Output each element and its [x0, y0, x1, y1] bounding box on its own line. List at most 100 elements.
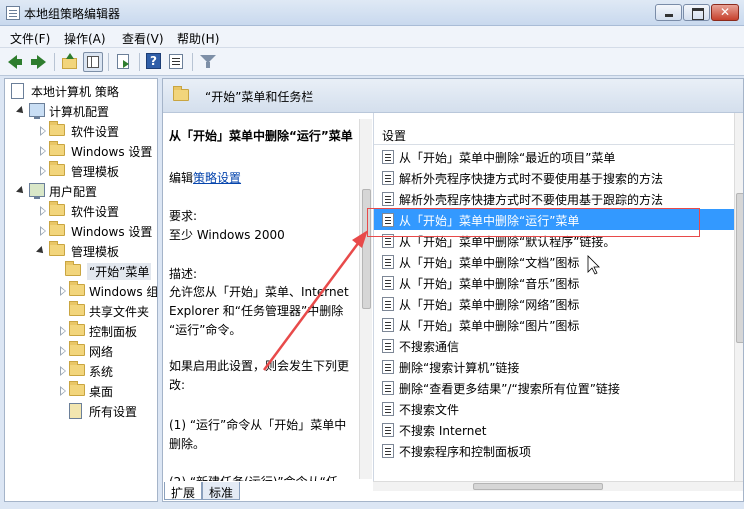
- minimize-button[interactable]: [655, 4, 682, 21]
- list-item[interactable]: 从「开始」菜单中删除“网络”图标: [374, 293, 734, 314]
- maximize-button[interactable]: [683, 4, 710, 21]
- details-pane: “开始”菜单和任务栏 从「开始」菜单中删除“运行”菜单 编辑策略设置 要求: 至…: [162, 78, 744, 502]
- list-item[interactable]: 删除“搜索计算机”链接: [374, 356, 734, 377]
- back-icon[interactable]: [6, 52, 26, 72]
- collapsed-arrow-icon[interactable]: [40, 206, 46, 216]
- folder-icon: [69, 361, 85, 376]
- show-tree-icon[interactable]: [83, 52, 103, 72]
- policy-document-icon: [11, 83, 24, 99]
- annotation-highlight-box: [367, 208, 700, 237]
- tree-node-network[interactable]: 网络: [9, 341, 157, 361]
- scrollbar-thumb[interactable]: [362, 189, 371, 309]
- edit-policy-line: 编辑策略设置: [169, 171, 242, 185]
- folder-icon: [65, 261, 81, 276]
- collapsed-arrow-icon[interactable]: [40, 226, 46, 236]
- column-header-setting[interactable]: 设置: [374, 123, 734, 145]
- collapsed-arrow-icon[interactable]: [60, 366, 66, 376]
- tab-standard[interactable]: 标准: [202, 482, 241, 500]
- collapsed-arrow-icon[interactable]: [60, 286, 66, 296]
- tree-node-admin-templates[interactable]: 管理模板: [9, 161, 157, 181]
- details-header: “开始”菜单和任务栏: [163, 79, 743, 113]
- help-icon[interactable]: ?: [144, 52, 164, 72]
- filter-icon[interactable]: [198, 52, 218, 72]
- forward-icon[interactable]: [28, 52, 48, 72]
- menu-view[interactable]: 查看(V): [122, 30, 164, 47]
- list-item[interactable]: 不搜索 Internet: [374, 419, 734, 440]
- list-item[interactable]: 解析外壳程序快捷方式时不要使用基于跟踪的方法: [374, 188, 734, 209]
- description-line: 删除。: [169, 437, 206, 451]
- settings-horizontal-scrollbar[interactable]: [373, 481, 743, 491]
- scrollbar-thumb[interactable]: [473, 483, 603, 490]
- list-item[interactable]: 从「开始」菜单中删除“音乐”图标: [374, 272, 734, 293]
- tree-node-user-admin-templates[interactable]: 管理模板: [9, 241, 157, 261]
- properties-icon[interactable]: [166, 52, 186, 72]
- tree-node-user-config[interactable]: 用户配置: [9, 181, 157, 201]
- tree-node-windows-components[interactable]: Windows 组: [9, 281, 157, 301]
- list-item[interactable]: 从「开始」菜单中删除“文档”图标: [374, 251, 734, 272]
- scrollbar-thumb[interactable]: [736, 193, 743, 343]
- collapsed-arrow-icon[interactable]: [40, 166, 46, 176]
- tree-node-shared-folders[interactable]: 共享文件夹: [9, 301, 157, 321]
- tree-node-local-policy[interactable]: 本地计算机 策略: [9, 81, 157, 101]
- collapsed-arrow-icon[interactable]: [40, 146, 46, 156]
- details-header-title: “开始”菜单和任务栏: [205, 90, 314, 104]
- tab-extended[interactable]: 扩展: [164, 482, 203, 500]
- list-item[interactable]: 删除“查看更多结果”/“搜索所有位置”链接: [374, 377, 734, 398]
- tree-node-desktop[interactable]: 桌面: [9, 381, 157, 401]
- policy-setting-icon: [382, 444, 394, 458]
- requirements-label: 要求:: [169, 209, 198, 223]
- user-icon: [29, 183, 45, 199]
- tree-node-start-menu[interactable]: “开始”菜单: [9, 261, 157, 281]
- menu-help[interactable]: 帮助(H): [177, 30, 219, 47]
- policy-setting-icon: [382, 318, 394, 332]
- description-line: Explorer 和“任务管理器”中删除: [169, 304, 344, 318]
- policy-setting-icon: [382, 192, 394, 206]
- description-line: “运行”命令。: [169, 323, 242, 337]
- policy-editor-icon: [6, 6, 20, 20]
- list-item[interactable]: 解析外壳程序快捷方式时不要使用基于搜索的方法: [374, 167, 734, 188]
- folder-icon: [49, 121, 65, 136]
- tree-node-software-settings[interactable]: 软件设置: [9, 121, 157, 141]
- tree-node-system[interactable]: 系统: [9, 361, 157, 381]
- title-bar: 本地组策略编辑器: [0, 0, 744, 26]
- edit-policy-link[interactable]: 策略设置: [193, 171, 241, 185]
- collapsed-arrow-icon[interactable]: [40, 126, 46, 136]
- menu-file[interactable]: 文件(F): [10, 30, 50, 47]
- tree-node-control-panel[interactable]: 控制面板: [9, 321, 157, 341]
- policy-setting-icon: [382, 276, 394, 290]
- tree-node-user-windows-settings[interactable]: Windows 设置: [9, 221, 157, 241]
- tree-node-all-settings[interactable]: 所有设置: [9, 401, 157, 421]
- description-line: (2) “新建任务(运行)”命令从“任: [169, 473, 338, 481]
- list-item[interactable]: 不搜索通信: [374, 335, 734, 356]
- list-item[interactable]: 从「开始」菜单中删除“图片”图标: [374, 314, 734, 335]
- folder-icon: [49, 201, 65, 216]
- description-line: 允许您从「开始」菜单、Internet: [169, 285, 349, 299]
- folder-icon: [69, 341, 85, 356]
- expanded-arrow-icon[interactable]: [36, 246, 46, 256]
- expanded-arrow-icon[interactable]: [16, 106, 26, 116]
- close-button[interactable]: [711, 4, 739, 21]
- collapsed-arrow-icon[interactable]: [60, 326, 66, 336]
- expanded-arrow-icon[interactable]: [16, 186, 26, 196]
- export-icon[interactable]: [114, 52, 134, 72]
- policy-setting-icon: [382, 150, 394, 164]
- toolbar-separator: [139, 53, 140, 71]
- folder-icon: [69, 301, 85, 316]
- menu-action[interactable]: 操作(A): [64, 30, 106, 47]
- description-line: 如果启用此设置，则会发生下列更: [169, 359, 350, 373]
- list-item[interactable]: 从「开始」菜单中删除“最近的项目”菜单: [374, 146, 734, 167]
- tree-node-user-software-settings[interactable]: 软件设置: [9, 201, 157, 221]
- toolbar-separator: [192, 53, 193, 71]
- tree-node-computer-config[interactable]: 计算机配置: [9, 101, 157, 121]
- window-title: 本地组策略编辑器: [24, 7, 121, 21]
- list-item[interactable]: 不搜索程序和控制面板项: [374, 440, 734, 461]
- description-scrollbar[interactable]: [359, 119, 372, 479]
- up-folder-icon[interactable]: [60, 52, 80, 72]
- tree-node-windows-settings[interactable]: Windows 设置: [9, 141, 157, 161]
- folder-icon: [69, 281, 85, 296]
- settings-vertical-scrollbar[interactable]: [734, 113, 743, 481]
- collapsed-arrow-icon[interactable]: [60, 386, 66, 396]
- policy-setting-icon: [382, 255, 394, 269]
- list-item[interactable]: 不搜索文件: [374, 398, 734, 419]
- collapsed-arrow-icon[interactable]: [60, 346, 66, 356]
